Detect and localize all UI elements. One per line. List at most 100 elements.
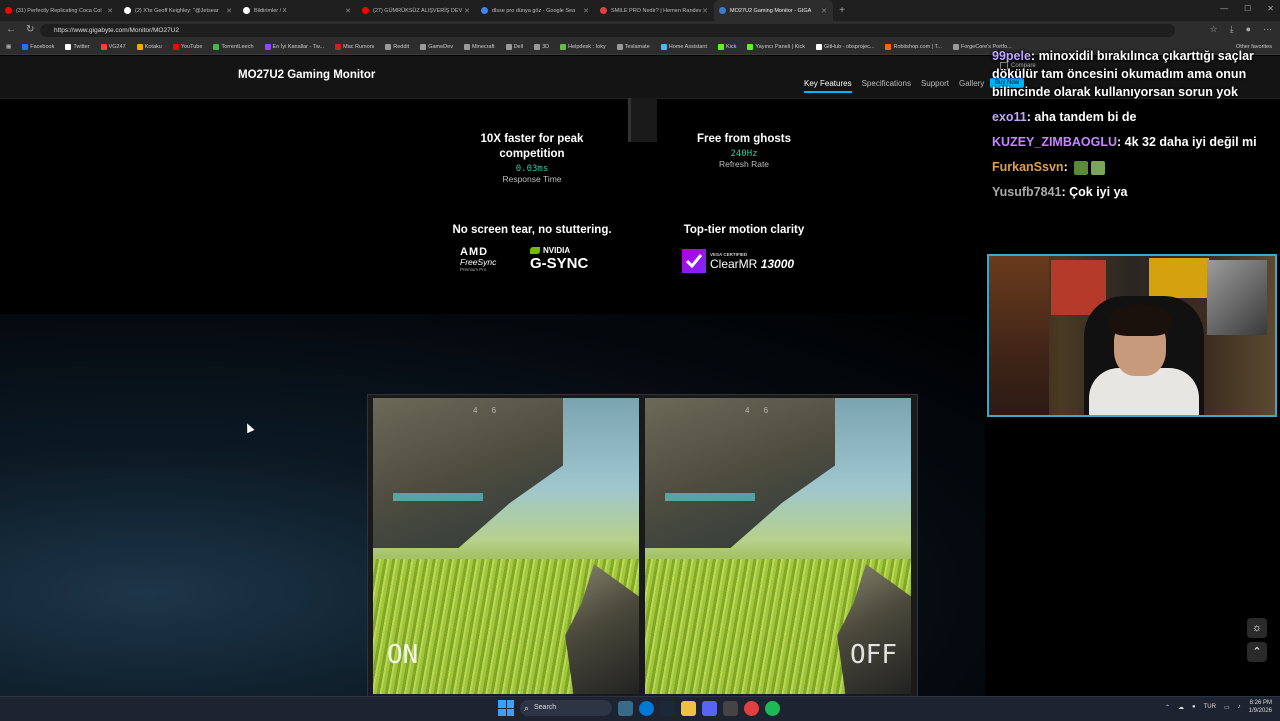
bookmark-label: Kick [726, 44, 737, 50]
comparison-off-pane: 4 6 OFF [645, 398, 911, 694]
bookmark-icon [747, 44, 754, 50]
tab-close-icon[interactable]: ✕ [583, 7, 589, 15]
tab-close-icon[interactable]: ✕ [226, 7, 232, 15]
bookmark-item[interactable]: Minecraft [463, 44, 495, 50]
network-icon[interactable]: ▭ [1224, 704, 1230, 711]
chat-username: Yusufb7841 [992, 185, 1062, 199]
bookmark-item[interactable]: Kotaku [136, 44, 162, 50]
chat-text: aha tandem bi de [1034, 110, 1137, 124]
bookmark-label: Yayıncı Paneli | Kick [755, 44, 806, 50]
hud-text: 4 6 [745, 406, 775, 415]
bookmark-item[interactable]: Mac Rumors [335, 44, 374, 50]
bookmark-item[interactable]: Reddit [385, 44, 409, 50]
new-tab-button[interactable]: + [833, 5, 851, 16]
volume-icon[interactable]: ♪ [1238, 704, 1241, 710]
back-icon[interactable]: ← [6, 24, 16, 35]
apps-icon[interactable]: ▦ [6, 44, 11, 50]
theme-toggle-icon[interactable]: ☼ [1247, 618, 1267, 638]
bookmark-item[interactable]: Teslamate [616, 44, 650, 50]
app-icon[interactable] [723, 700, 738, 716]
bookmark-item[interactable]: GameDev [420, 44, 453, 50]
bookmark-icon [335, 44, 342, 50]
steam-icon[interactable] [660, 700, 675, 716]
browser-tab[interactable]: (27) GÜMRÜKSÜZ ALIŞVERİŞ DEV ✕ [357, 0, 476, 21]
bookmark-item[interactable]: VG247 [100, 44, 126, 50]
bookmark-icon [65, 44, 72, 50]
url-field[interactable]: https://www.gigabyte.com/Monitor/MO27U2 [40, 24, 1175, 37]
bookmark-item[interactable]: GitHub - obsprojec... [816, 44, 874, 50]
bookmark-label: Robitshop.com | T... [893, 44, 942, 50]
browser-tab[interactable]: (2) X'te Geoff Keighley: "@Jetsear ✕ [119, 0, 238, 21]
clock[interactable]: 8:26 PM 1/9/2026 [1249, 699, 1272, 715]
mic-icon[interactable]: ● [1192, 704, 1196, 710]
file-explorer-icon[interactable] [681, 700, 696, 716]
bookmark-icon [385, 44, 392, 50]
tab-close-icon[interactable]: ✕ [821, 7, 827, 15]
tab-close-icon[interactable]: ✕ [702, 7, 708, 15]
tab-close-icon[interactable]: ✕ [107, 7, 113, 15]
profile-icon[interactable]: ● [1246, 24, 1251, 35]
bookmark-icon [100, 44, 107, 50]
bookmark-label: GameDev [428, 44, 453, 50]
nav-key-features[interactable]: Key Features [804, 79, 852, 93]
bookmark-item[interactable]: Facebook [22, 44, 54, 50]
tab-close-icon[interactable]: ✕ [464, 7, 470, 15]
feature-heading: Free from ghosts [697, 133, 791, 145]
tab-label: (27) GÜMRÜKSÜZ ALIŞVERİŞ DEV [373, 7, 463, 14]
bookmark-label: Mac Rumors [343, 44, 375, 50]
nvidia-text: NVIDIA [543, 246, 571, 255]
browser-tab[interactable]: MO27U2 Gaming Monitor - GIGA ✕ [714, 0, 833, 21]
bookmark-item[interactable]: Helpdesk : Ioky [560, 44, 606, 50]
start-icon[interactable] [498, 700, 514, 716]
reload-icon[interactable]: ↻ [26, 24, 34, 35]
spotify-icon[interactable] [765, 700, 780, 716]
language-indicator[interactable]: TUR [1204, 704, 1216, 710]
bookmark-item[interactable]: Kick [718, 44, 736, 50]
bookmark-item[interactable]: Robitshop.com | T... [885, 44, 942, 50]
bookmark-item[interactable]: Twitter [65, 44, 90, 50]
browser-tab[interactable]: (31) Perfectly Replicating Coca Col ✕ [0, 0, 119, 21]
scroll-top-icon[interactable]: ⌃ [1247, 642, 1267, 662]
bookmark-item[interactable]: Yayıncı Paneli | Kick [747, 44, 805, 50]
bookmark-label: Reddit [393, 44, 410, 50]
widgets-icon[interactable] [618, 700, 633, 716]
chat-username: KUZEY_ZIMBAOGLU [992, 135, 1117, 149]
bookmark-label: En İyi Kanallar - Tw... [272, 44, 325, 50]
maximize-icon[interactable]: ☐ [1244, 4, 1251, 13]
tab-label: (31) Perfectly Replicating Coca Col [16, 7, 102, 14]
bookmark-item[interactable]: 3D [534, 44, 549, 50]
emote-icon [1091, 160, 1106, 175]
bookmark-item[interactable]: Home Assistant [660, 44, 707, 50]
bookmark-icon [136, 44, 143, 50]
taskbar-search[interactable]: Search [520, 700, 612, 716]
chat-username: FurkanSsvn [992, 160, 1064, 174]
close-window-icon[interactable]: ✕ [1267, 4, 1274, 13]
menu-icon[interactable]: ⋯ [1263, 24, 1272, 35]
cloud-icon[interactable]: ☁ [1178, 704, 1184, 711]
nav-gallery[interactable]: Gallery [959, 79, 984, 93]
tray-chevron-icon[interactable]: ⌃ [1165, 704, 1170, 711]
chat-message: Yusufb7841: Çok iyi ya [992, 185, 1128, 199]
bookmark-item[interactable]: TorrentLeech [213, 44, 254, 50]
bookmark-item[interactable]: Dell [505, 44, 523, 50]
browser-tab[interactable]: dlsse pro dünya göz - Google Sea ✕ [476, 0, 595, 21]
tab-label: (2) X'te Geoff Keighley: "@Jetsear [135, 7, 219, 14]
tab-favicon-icon [481, 7, 488, 14]
browser-tab[interactable]: Bildirimler / X ✕ [238, 0, 357, 21]
browser-tab[interactable]: SMILE PRO Nedir? | Hemen Randev ✕ [595, 0, 714, 21]
edge-icon[interactable] [639, 700, 654, 716]
discord-icon[interactable] [702, 700, 717, 716]
star-icon[interactable]: ☆ [1210, 24, 1218, 35]
minimize-icon[interactable]: — [1220, 4, 1228, 13]
feature-value: 240Hz [730, 149, 758, 159]
bookmark-icon [213, 44, 220, 50]
bookmark-item[interactable]: En İyi Kanallar - Tw... [264, 44, 325, 50]
nav-support[interactable]: Support [921, 79, 949, 93]
bookmark-item[interactable]: YouTube [172, 44, 202, 50]
motion-comparison-image[interactable]: 4 6 ON 4 6 OFF [367, 394, 918, 696]
download-icon[interactable]: ⤓ [1230, 24, 1234, 35]
vesa-clearmr-logo: VESA CERTIFIED ClearMR 13000 [682, 249, 794, 273]
nav-specifications[interactable]: Specifications [862, 79, 911, 93]
tab-close-icon[interactable]: ✕ [345, 7, 351, 15]
chrome-icon[interactable] [744, 700, 759, 716]
